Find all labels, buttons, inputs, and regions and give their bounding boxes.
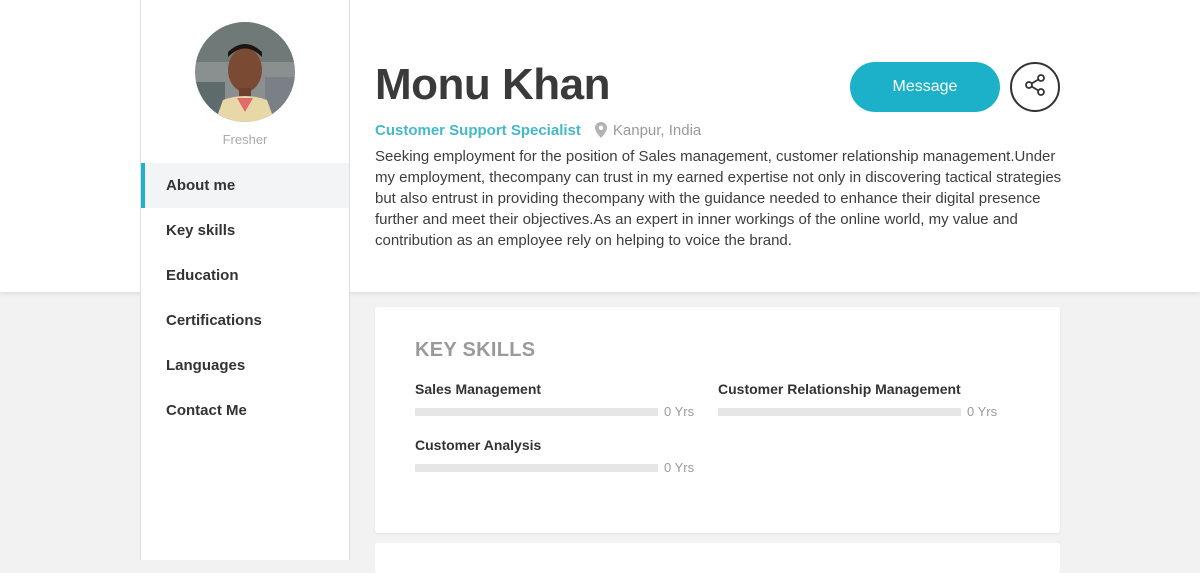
skill-name: Sales Management	[415, 381, 542, 397]
experience-status: Fresher	[222, 132, 268, 147]
sidebar-item-about-me[interactable]: About me	[141, 163, 349, 208]
sidebar-item-education[interactable]: Education	[141, 253, 349, 298]
sidebar: Fresher About me Key skills Education Ce…	[140, 0, 350, 560]
skill-level-bar	[718, 407, 961, 416]
skill-name: Customer Analysis	[415, 437, 542, 453]
key-skills-title: KEY SKILLS	[415, 339, 536, 361]
sidebar-item-certifications[interactable]: Certifications	[141, 298, 349, 343]
skill-item: Customer Relationship Management 0 Yrs	[718, 381, 998, 419]
key-skills-card: KEY SKILLS Sales Management 0 Yrs Custom…	[375, 307, 1060, 533]
skill-years: 0 Yrs	[967, 404, 998, 419]
role-location-row: Customer Support Specialist Kanpur, Indi…	[375, 120, 701, 140]
profile-name: Monu Khan	[375, 60, 611, 109]
about-text: Seeking employment for the position of S…	[375, 148, 1062, 249]
skill-item: Customer Analysis 0 Yrs	[415, 437, 695, 475]
skill-level-bar	[415, 463, 658, 472]
profile-role: Customer Support Specialist	[375, 121, 581, 139]
message-button[interactable]: Message	[850, 62, 1000, 112]
skill-name: Customer Relationship Management	[718, 381, 961, 397]
profile-location: Kanpur, India	[612, 121, 702, 139]
sidebar-item-contact-me[interactable]: Contact Me	[141, 388, 349, 433]
sidebar-nav: About me Key skills Education Certificat…	[141, 163, 349, 433]
sidebar-item-key-skills[interactable]: Key skills	[141, 208, 349, 253]
location-pin-icon	[594, 122, 607, 138]
skill-level-bar	[415, 407, 658, 416]
sidebar-item-languages[interactable]: Languages	[141, 343, 349, 388]
skill-years: 0 Yrs	[664, 404, 695, 419]
avatar	[195, 22, 295, 122]
skill-years: 0 Yrs	[664, 460, 695, 475]
next-section-card	[375, 543, 1060, 573]
share-icon	[1023, 73, 1047, 102]
share-button[interactable]	[1010, 62, 1060, 112]
skill-item: Sales Management 0 Yrs	[415, 381, 695, 419]
